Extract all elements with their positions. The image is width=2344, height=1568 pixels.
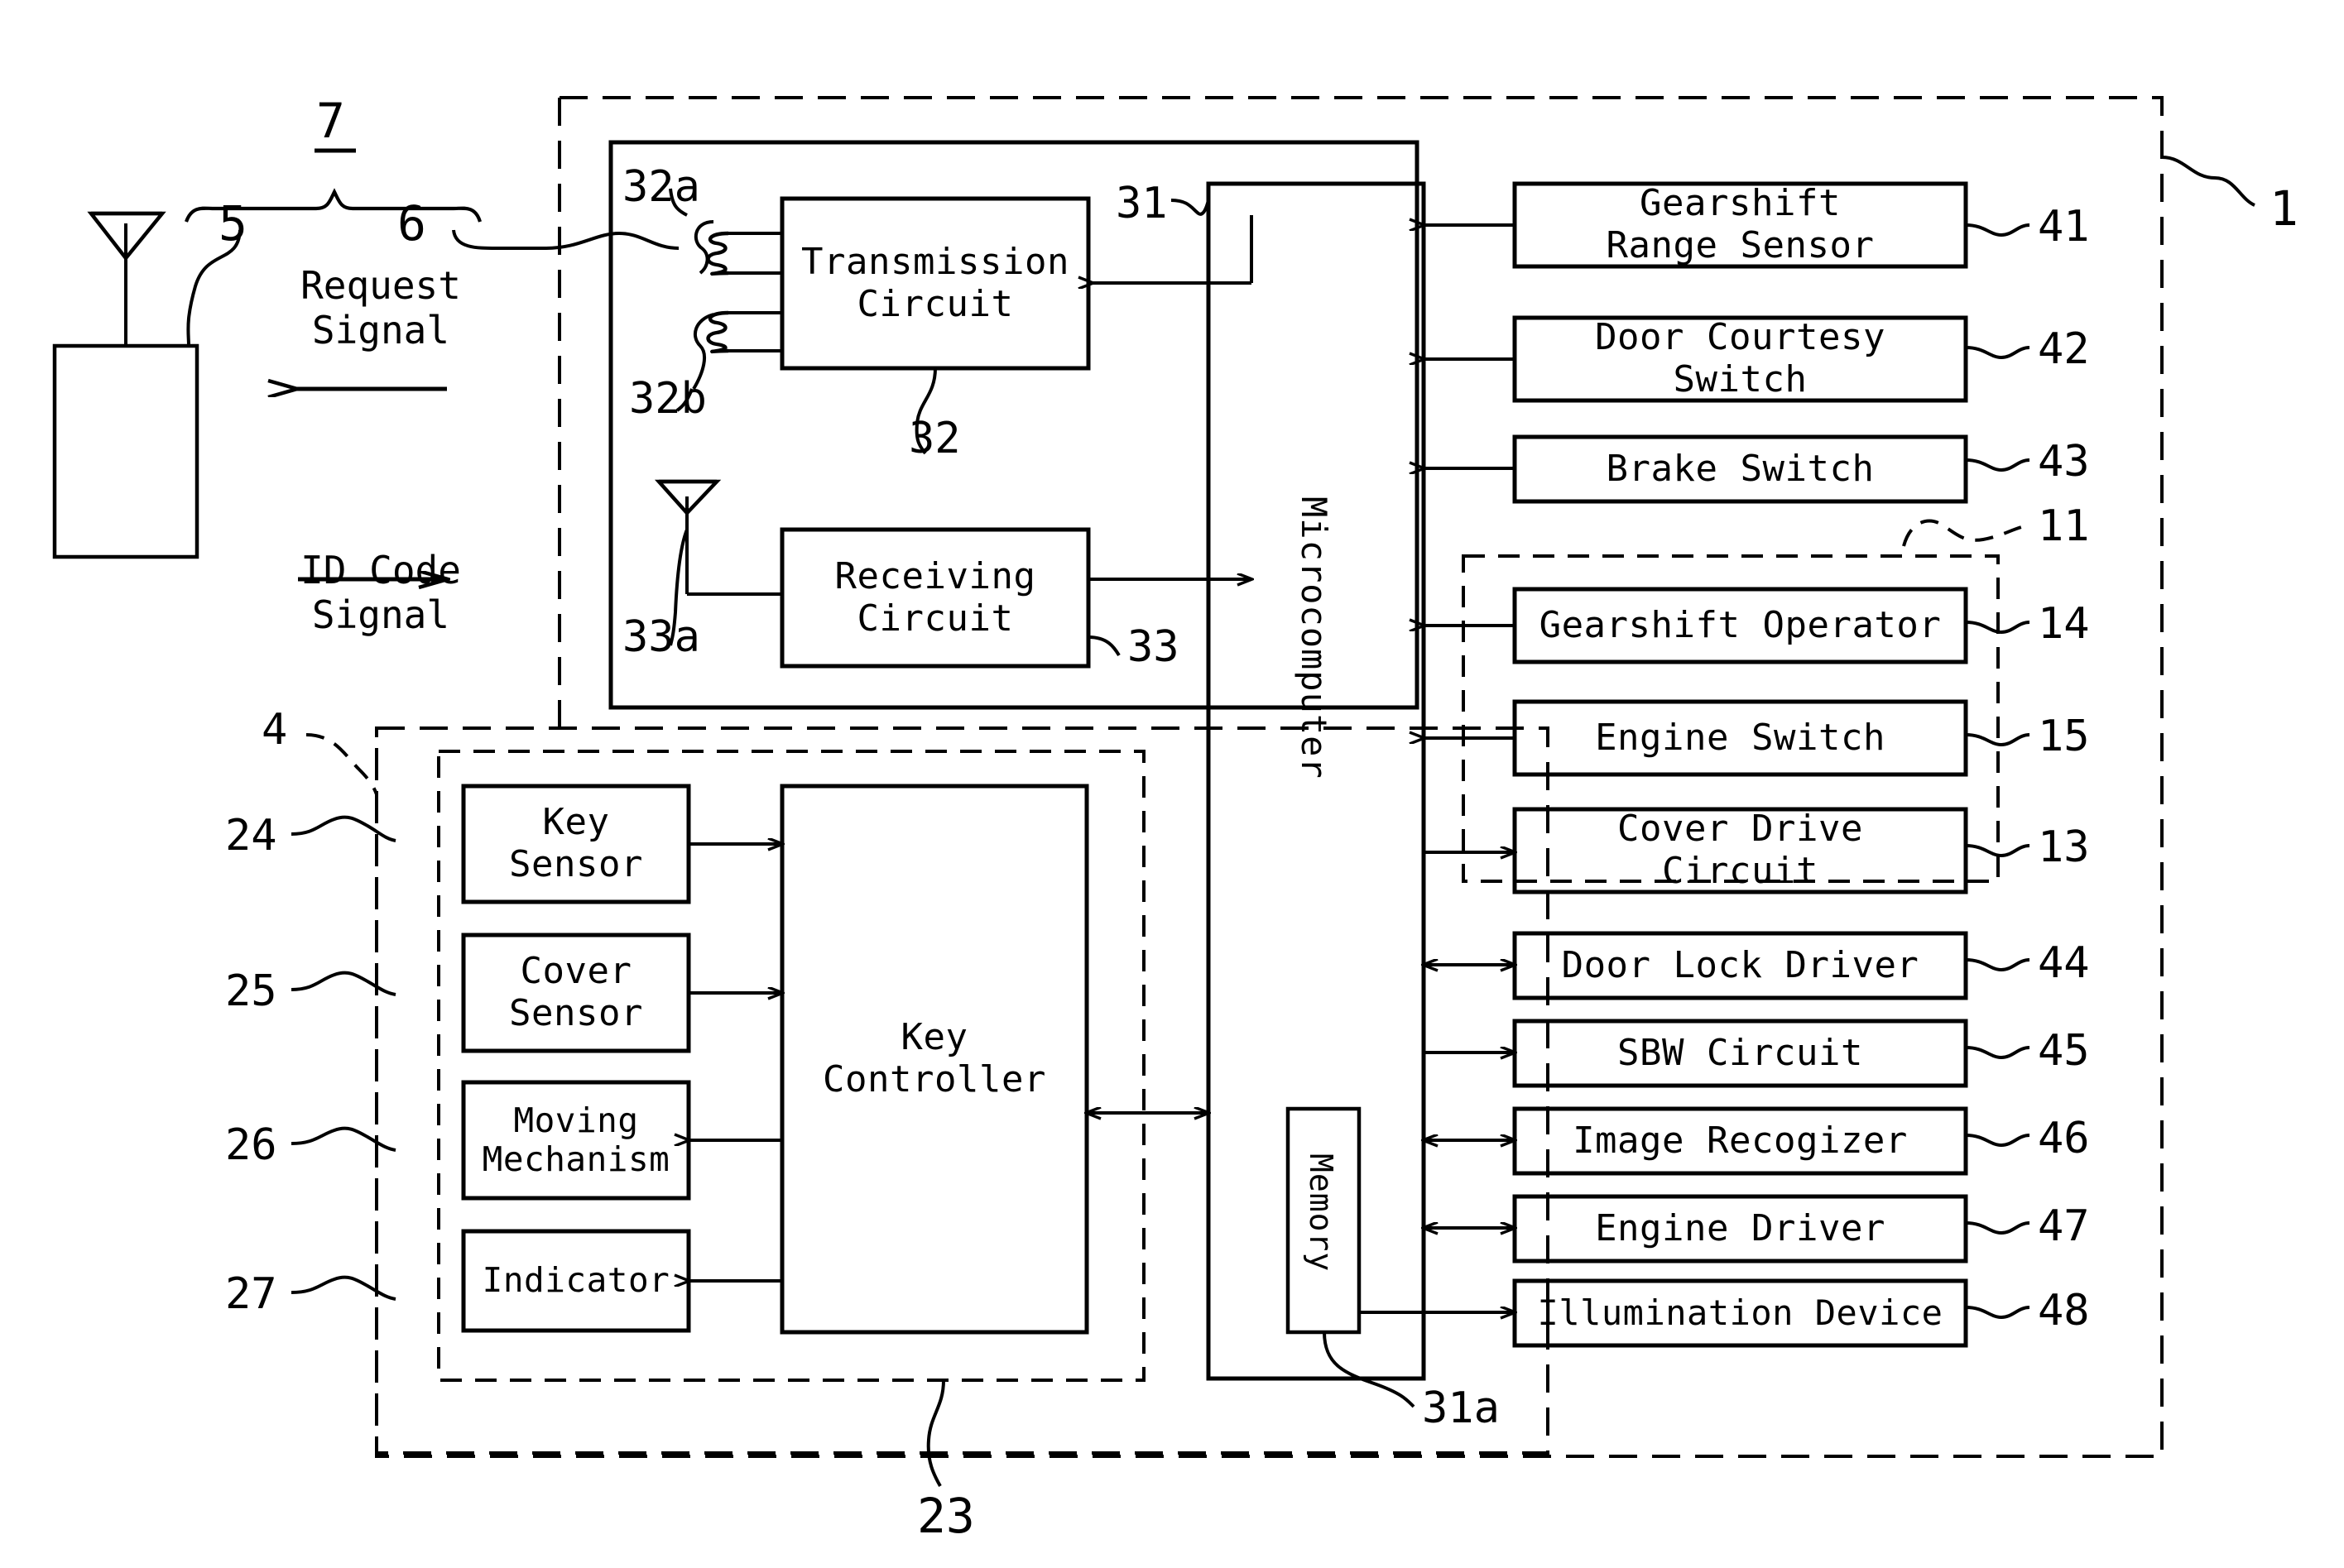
- ref-32a: 32a: [622, 162, 700, 212]
- ref-14: 14: [2038, 599, 2090, 649]
- indicator-box[interactable]: Indicator: [464, 1231, 689, 1331]
- ref-6: 6: [397, 195, 426, 252]
- ref-31a: 31a: [1422, 1383, 1500, 1433]
- engine-switch-box[interactable]: Engine Switch: [1515, 702, 1966, 774]
- door-lock-driver-box[interactable]: Door Lock Driver: [1515, 933, 1966, 998]
- ref-33: 33: [1127, 622, 1179, 672]
- ref-31: 31: [1116, 179, 1168, 228]
- ref-42: 42: [2038, 324, 2090, 374]
- receiving-circuit-box[interactable]: Receiving Circuit: [782, 530, 1088, 666]
- ref-24: 24: [225, 811, 277, 861]
- gearshift-range-sensor-box[interactable]: Gearshift Range Sensor: [1515, 183, 1966, 266]
- ref-44: 44: [2038, 938, 2090, 988]
- ref-4: 4: [262, 705, 288, 755]
- ref-45: 45: [2038, 1026, 2090, 1076]
- ref-23: 23: [917, 1488, 975, 1544]
- transmission-circuit-box[interactable]: Transmission Circuit: [782, 199, 1088, 368]
- image-recogizer-box[interactable]: Image Recogizer: [1515, 1109, 1966, 1173]
- ref-32b: 32b: [629, 374, 707, 424]
- ref-32: 32: [909, 414, 961, 463]
- ref-46: 46: [2038, 1114, 2090, 1163]
- cover-sensor-box[interactable]: Cover Sensor: [464, 935, 689, 1051]
- id-code-signal-label: ID Code Signal: [300, 548, 461, 638]
- sbw-circuit-box[interactable]: SBW Circuit: [1515, 1021, 1966, 1086]
- ref-7: 7: [316, 93, 345, 149]
- ref-1: 1: [2270, 180, 2298, 237]
- ref-26: 26: [225, 1120, 277, 1170]
- ref-15: 15: [2038, 712, 2090, 761]
- ref-13: 13: [2038, 822, 2090, 872]
- ref-27: 27: [225, 1269, 277, 1319]
- request-signal-label: Request Signal: [300, 263, 461, 353]
- ref-11: 11: [2038, 501, 2090, 551]
- memory-label[interactable]: Memory: [1303, 1153, 1339, 1272]
- brake-switch-box[interactable]: Brake Switch: [1515, 437, 1966, 501]
- key-controller-box[interactable]: Key Controller: [782, 786, 1087, 1332]
- ref-25: 25: [225, 966, 277, 1016]
- engine-driver-box[interactable]: Engine Driver: [1515, 1196, 1966, 1261]
- door-courtesy-switch-box[interactable]: Door Courtesy Switch: [1515, 317, 1966, 400]
- moving-mechanism-box[interactable]: Moving Mechanism: [460, 1082, 692, 1198]
- key-sensor-box[interactable]: Key Sensor: [464, 786, 689, 902]
- microcomputer-label[interactable]: Microcomputer: [1294, 496, 1334, 779]
- patent-figure-canvas: 7 5 6 1 Request Signal ID Code Signal 32…: [0, 0, 2344, 1568]
- diagram-lines: [52, 96, 2255, 1487]
- illumination-device-box[interactable]: Illumination Device: [1515, 1281, 1966, 1345]
- ref-33a: 33a: [622, 612, 700, 662]
- cover-drive-circuit-box[interactable]: Cover Drive Circuit: [1515, 808, 1966, 892]
- ref-41: 41: [2038, 202, 2090, 252]
- ref-43: 43: [2038, 437, 2090, 487]
- ref-5: 5: [219, 195, 247, 252]
- ref-47: 47: [2038, 1201, 2090, 1251]
- gearshift-operator-box[interactable]: Gearshift Operator: [1515, 589, 1966, 662]
- ref-48: 48: [2038, 1286, 2090, 1335]
